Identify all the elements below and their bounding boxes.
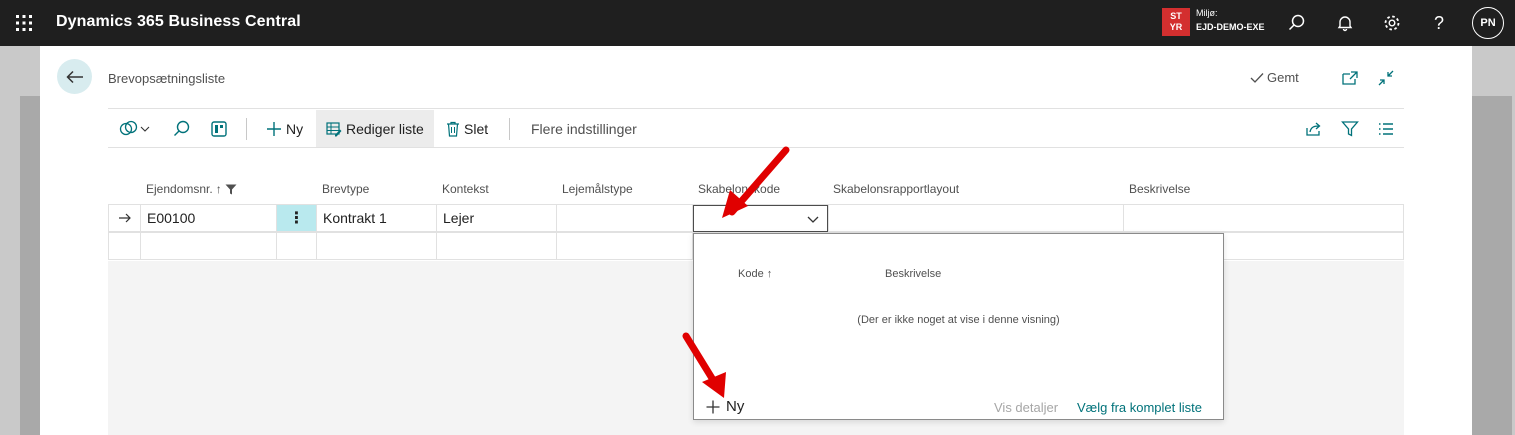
background-shade-right-inner [1472,96,1512,435]
lookup-popup: Kode ↑ Beskrivelse (Der er ikke noget at… [693,233,1224,420]
filter-pane-button[interactable] [210,110,228,147]
cell-ejendomsnr[interactable]: E00100 [141,205,277,231]
row-actions-icon[interactable]: ⋮ [277,205,317,231]
column-header-beskrivelse[interactable]: Beskrivelse [1129,182,1190,196]
toolbar-separator [246,118,247,140]
cell-brevtype[interactable]: Kontrakt 1 [317,205,437,231]
delete-button[interactable]: Slet [446,110,488,147]
trash-icon [447,121,459,137]
cell-empty[interactable] [317,233,437,259]
filter-icon [1341,120,1359,137]
share-button[interactable] [1305,110,1323,147]
analysis-mode-icon [119,120,150,135]
cell-beskrivelse[interactable] [1124,205,1403,231]
app-title[interactable]: Dynamics 365 Business Central [56,13,301,31]
help-icon[interactable]: ? [1427,11,1451,35]
sort-ascending-icon: ↑ [766,268,773,280]
cell-empty[interactable] [437,233,557,259]
lookup-new-button[interactable]: Ny [706,398,744,415]
new-button-label: Ny [286,120,304,137]
toolbar-separator [509,118,510,140]
avatar[interactable]: PN [1472,7,1504,39]
edit-list-button[interactable]: Rediger liste [316,110,434,147]
saved-label: Gemt [1267,70,1299,85]
filter-active-icon [225,184,237,194]
cell-empty[interactable] [557,233,693,259]
page-title: Brevopsætningsliste [108,71,226,86]
column-header-label: Ejendomsnr. [146,182,213,196]
top-bar: Dynamics 365 Business Central ST YR Milj… [0,0,1515,46]
plus-icon [267,121,281,136]
empty-view-message: (Der er ikke noget at vise i denne visni… [857,314,1060,326]
cell-empty[interactable] [141,233,277,259]
arrow-left-icon [65,70,83,83]
plus-icon [706,400,720,413]
environment-label: Miljø: [1196,8,1218,18]
list-icon [1379,122,1393,135]
search-icon[interactable] [1285,11,1309,35]
more-options-label: Flere indstillinger [531,120,637,137]
environment-badge: ST YR [1162,8,1190,36]
edit-list-label: Rediger liste [346,120,424,137]
choose-full-list-link[interactable]: Vælg fra komplet liste [1077,400,1202,415]
waffle-icon[interactable] [14,13,34,33]
view-switcher-button[interactable] [118,110,152,147]
environment-name: EJD-DEMO-EXE [1196,22,1265,32]
new-button[interactable]: Ny [266,110,303,147]
column-header-brevtype[interactable]: Brevtype [322,182,369,196]
row-indicator[interactable] [109,233,141,259]
column-header-skabelonskode[interactable]: Skabelonskode [698,182,780,196]
search-icon [174,120,190,136]
column-header-kontekst[interactable]: Kontekst [442,182,489,196]
arrow-right-icon [119,213,131,223]
filter-pane-icon [211,120,227,137]
cell-lejemaalstype[interactable] [557,205,693,231]
bell-icon[interactable] [1333,11,1357,35]
delete-label: Slet [464,120,489,137]
cell-layout[interactable] [829,205,1124,231]
checkmark-icon [1250,72,1264,83]
back-button[interactable] [57,59,92,94]
header-divider [108,108,1404,109]
column-header-lejemaalstype[interactable]: Lejemålstype [562,182,633,196]
list-view-button[interactable] [1378,110,1394,147]
lookup-column-code[interactable]: Kode ↑ [738,268,772,280]
lookup-new-label: Ny [726,398,745,415]
sort-ascending-icon: ↑ [215,182,222,196]
edit-list-icon [326,121,342,136]
saved-status: Gemt [1250,70,1299,85]
lookup-column-code-label: Kode [738,268,764,280]
column-header-ejendomsnr[interactable]: Ejendomsnr. ↑ [146,182,237,196]
background-shade-left-inner [20,96,40,435]
open-new-window-icon[interactable] [1340,68,1360,88]
lookup-column-description[interactable]: Beskrivelse [885,268,941,280]
show-details-button[interactable]: Vis detaljer [994,400,1058,415]
collapse-icon[interactable] [1376,68,1396,88]
search-button[interactable] [172,110,192,147]
toolbar-divider [108,147,1404,148]
gear-icon[interactable] [1380,11,1404,35]
cell-kontekst[interactable]: Lejer [437,205,557,231]
row-indicator[interactable] [109,205,141,231]
column-header-skabelonsrapportlayout[interactable]: Skabelonsrapportlayout [833,182,959,196]
filter-button[interactable] [1341,110,1359,147]
more-options-button[interactable]: Flere indstillinger [531,110,637,147]
env-badge-line2: YR [1169,22,1183,32]
chevron-down-icon[interactable] [806,212,820,226]
share-icon [1306,122,1321,136]
template-code-dropdown[interactable] [693,205,828,232]
env-badge-line1: ST [1170,11,1182,21]
cell-empty[interactable] [277,233,317,259]
